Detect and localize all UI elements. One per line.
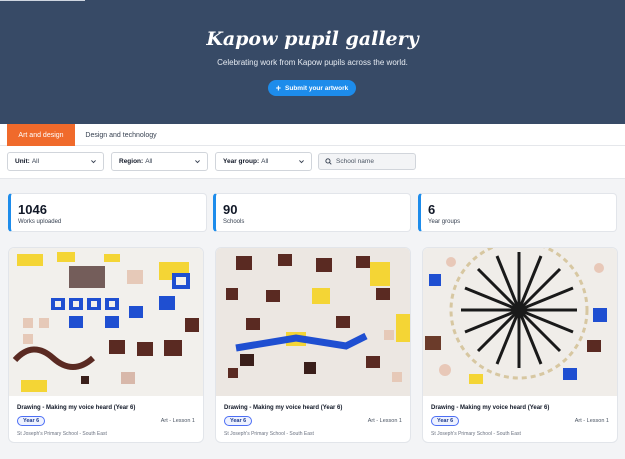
stat-year-groups: 6 Year groups — [418, 193, 617, 232]
chevron-down-icon — [91, 160, 96, 164]
year-badge: Year 6 — [17, 416, 46, 426]
year-badge: Year 6 — [431, 416, 460, 426]
artwork-image — [9, 248, 203, 396]
artwork-card[interactable]: Drawing - Making my voice heard (Year 6)… — [8, 247, 204, 443]
chevron-down-icon — [195, 160, 200, 164]
school-label: St Joseph's Primary School - South East — [431, 431, 521, 437]
plus-icon: + — [275, 82, 282, 93]
unit-select-value: All — [31, 158, 40, 165]
stat-label: Works uploaded — [18, 219, 62, 225]
tab-art-and-design[interactable]: Art and design — [7, 124, 75, 146]
filter-bar: Unit: All Region: All Year group: All — [0, 146, 625, 179]
subject-tabs: Art and design Design and technology — [0, 124, 625, 146]
year-group-select-value: All — [261, 158, 269, 165]
unit-select-label: Unit: — [15, 158, 30, 165]
hero-banner: Kapow pupil gallery Celebrating work fro… — [0, 0, 625, 124]
artwork-image — [423, 248, 617, 396]
year-group-select[interactable]: Year group: All — [215, 152, 312, 171]
submit-artwork-label: Submit your artwork — [285, 84, 349, 92]
school-search[interactable] — [318, 153, 416, 170]
school-label: St Joseph's Primary School - South East — [224, 431, 314, 437]
page-title: Kapow pupil gallery — [206, 28, 419, 50]
stat-value: 1046 — [18, 202, 47, 217]
lesson-label: Art - Lesson 1 — [160, 418, 195, 424]
artwork-image — [216, 248, 410, 396]
stat-value: 6 — [428, 202, 436, 217]
stat-schools: 90 Schools — [213, 193, 411, 232]
lesson-label: Art - Lesson 1 — [367, 418, 402, 424]
region-select-value: All — [145, 158, 153, 165]
artwork-title: Drawing - Making my voice heard (Year 6) — [431, 405, 550, 411]
lesson-label: Art - Lesson 1 — [574, 418, 609, 424]
tab-design-and-technology[interactable]: Design and technology — [80, 124, 162, 146]
stat-label: Year groups — [428, 219, 461, 225]
school-search-input[interactable] — [336, 158, 414, 165]
search-icon — [325, 158, 332, 165]
page-subtitle: Celebrating work from Kapow pupils acros… — [217, 58, 408, 67]
hero-divider — [0, 0, 85, 1]
year-group-select-label: Year group: — [223, 158, 260, 165]
stat-works-uploaded: 1046 Works uploaded — [8, 193, 207, 232]
artwork-card[interactable]: Drawing - Making my voice heard (Year 6)… — [422, 247, 618, 443]
chevron-down-icon — [299, 160, 304, 164]
school-label: St Joseph's Primary School - South East — [17, 431, 107, 437]
artwork-title: Drawing - Making my voice heard (Year 6) — [17, 405, 136, 411]
unit-select[interactable]: Unit: All — [7, 152, 104, 171]
artwork-title: Drawing - Making my voice heard (Year 6) — [224, 405, 343, 411]
stat-value: 90 — [223, 202, 238, 217]
stat-label: Schools — [223, 219, 245, 225]
region-select[interactable]: Region: All — [111, 152, 208, 171]
artwork-card[interactable]: Drawing - Making my voice heard (Year 6)… — [215, 247, 411, 443]
year-badge: Year 6 — [224, 416, 253, 426]
submit-artwork-button[interactable]: + Submit your artwork — [268, 80, 356, 96]
region-select-label: Region: — [119, 158, 144, 165]
